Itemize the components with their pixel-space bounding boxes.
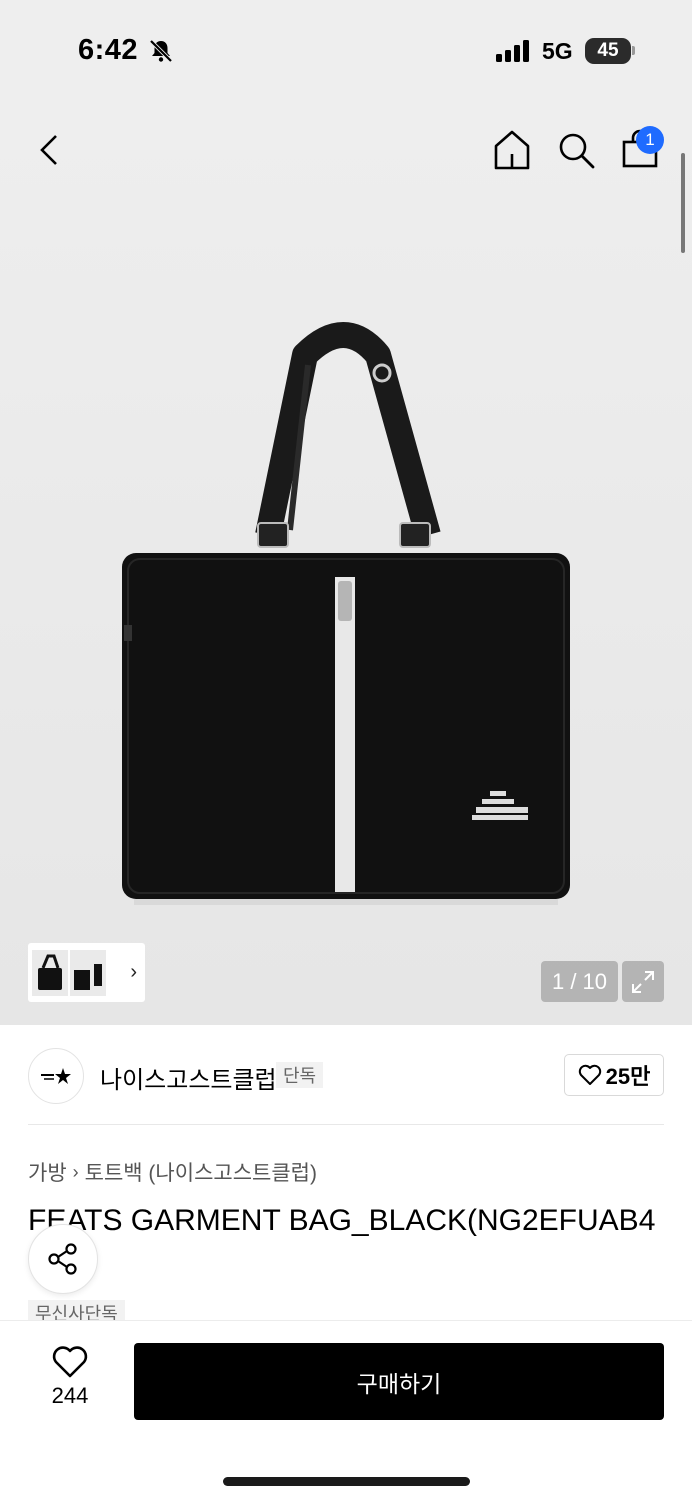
brand-like-button[interactable]: 25만	[564, 1054, 664, 1096]
brand-logo[interactable]	[28, 1048, 84, 1104]
thumbnail-2[interactable]	[70, 949, 106, 996]
image-page-counter: 1 / 10	[541, 961, 618, 1002]
product-gallery[interactable]: 1 › 1 / 10	[0, 100, 692, 1025]
divider	[28, 1124, 664, 1125]
wishlist-count: 244	[51, 1383, 89, 1408]
wishlist-button[interactable]: 244	[28, 1345, 112, 1415]
brand-logo-mark	[41, 1068, 71, 1084]
share-icon	[48, 1243, 77, 1275]
product-image	[122, 322, 570, 905]
home-indicator	[223, 1477, 470, 1486]
cart-count-badge: 1	[636, 126, 664, 154]
buy-button[interactable]: 구매하기	[134, 1343, 664, 1420]
breadcrumb-subcategory[interactable]: 토트백 (나이스고스트클럽)	[85, 1157, 317, 1187]
battery-cap	[632, 46, 635, 55]
thumbnail-strip[interactable]: ›	[28, 943, 145, 1002]
heart-outline-icon	[578, 1064, 601, 1085]
brand-like-count: 25만	[605, 1064, 651, 1089]
battery-indicator: 45	[585, 38, 631, 64]
search-icon[interactable]	[556, 130, 596, 170]
brand-exclusive-badge: 단독	[276, 1062, 324, 1088]
brand-row: 나이스고스트클럽 단독 25만	[28, 1048, 664, 1104]
product-title: FEATS GARMENT BAG_BLACK(NG2EFUAB4	[28, 1204, 656, 1237]
back-icon[interactable]	[30, 130, 70, 170]
expand-button[interactable]	[622, 961, 664, 1002]
bell-muted-icon	[149, 39, 173, 63]
chevron-right-icon[interactable]: ›	[130, 961, 137, 984]
thumbnail-1[interactable]	[32, 949, 68, 996]
breadcrumb: 가방 › 토트백 (나이스고스트클럽)	[28, 1157, 317, 1187]
scroll-indicator	[681, 153, 685, 253]
signal-icon	[496, 40, 529, 62]
share-button[interactable]	[28, 1224, 98, 1294]
status-bar: 6:42 5G 45	[0, 0, 692, 100]
network-label: 5G	[542, 38, 573, 64]
expand-icon	[632, 970, 654, 993]
bottom-action-bar: 244 구매하기	[0, 1320, 692, 1500]
breadcrumb-separator-icon: ›	[72, 1161, 79, 1182]
home-icon[interactable]	[492, 128, 532, 172]
status-time: 6:42	[78, 34, 139, 66]
heart-outline-icon	[52, 1346, 88, 1378]
brand-name[interactable]: 나이스고스트클럽	[100, 1060, 277, 1095]
breadcrumb-category[interactable]: 가방	[28, 1157, 67, 1187]
